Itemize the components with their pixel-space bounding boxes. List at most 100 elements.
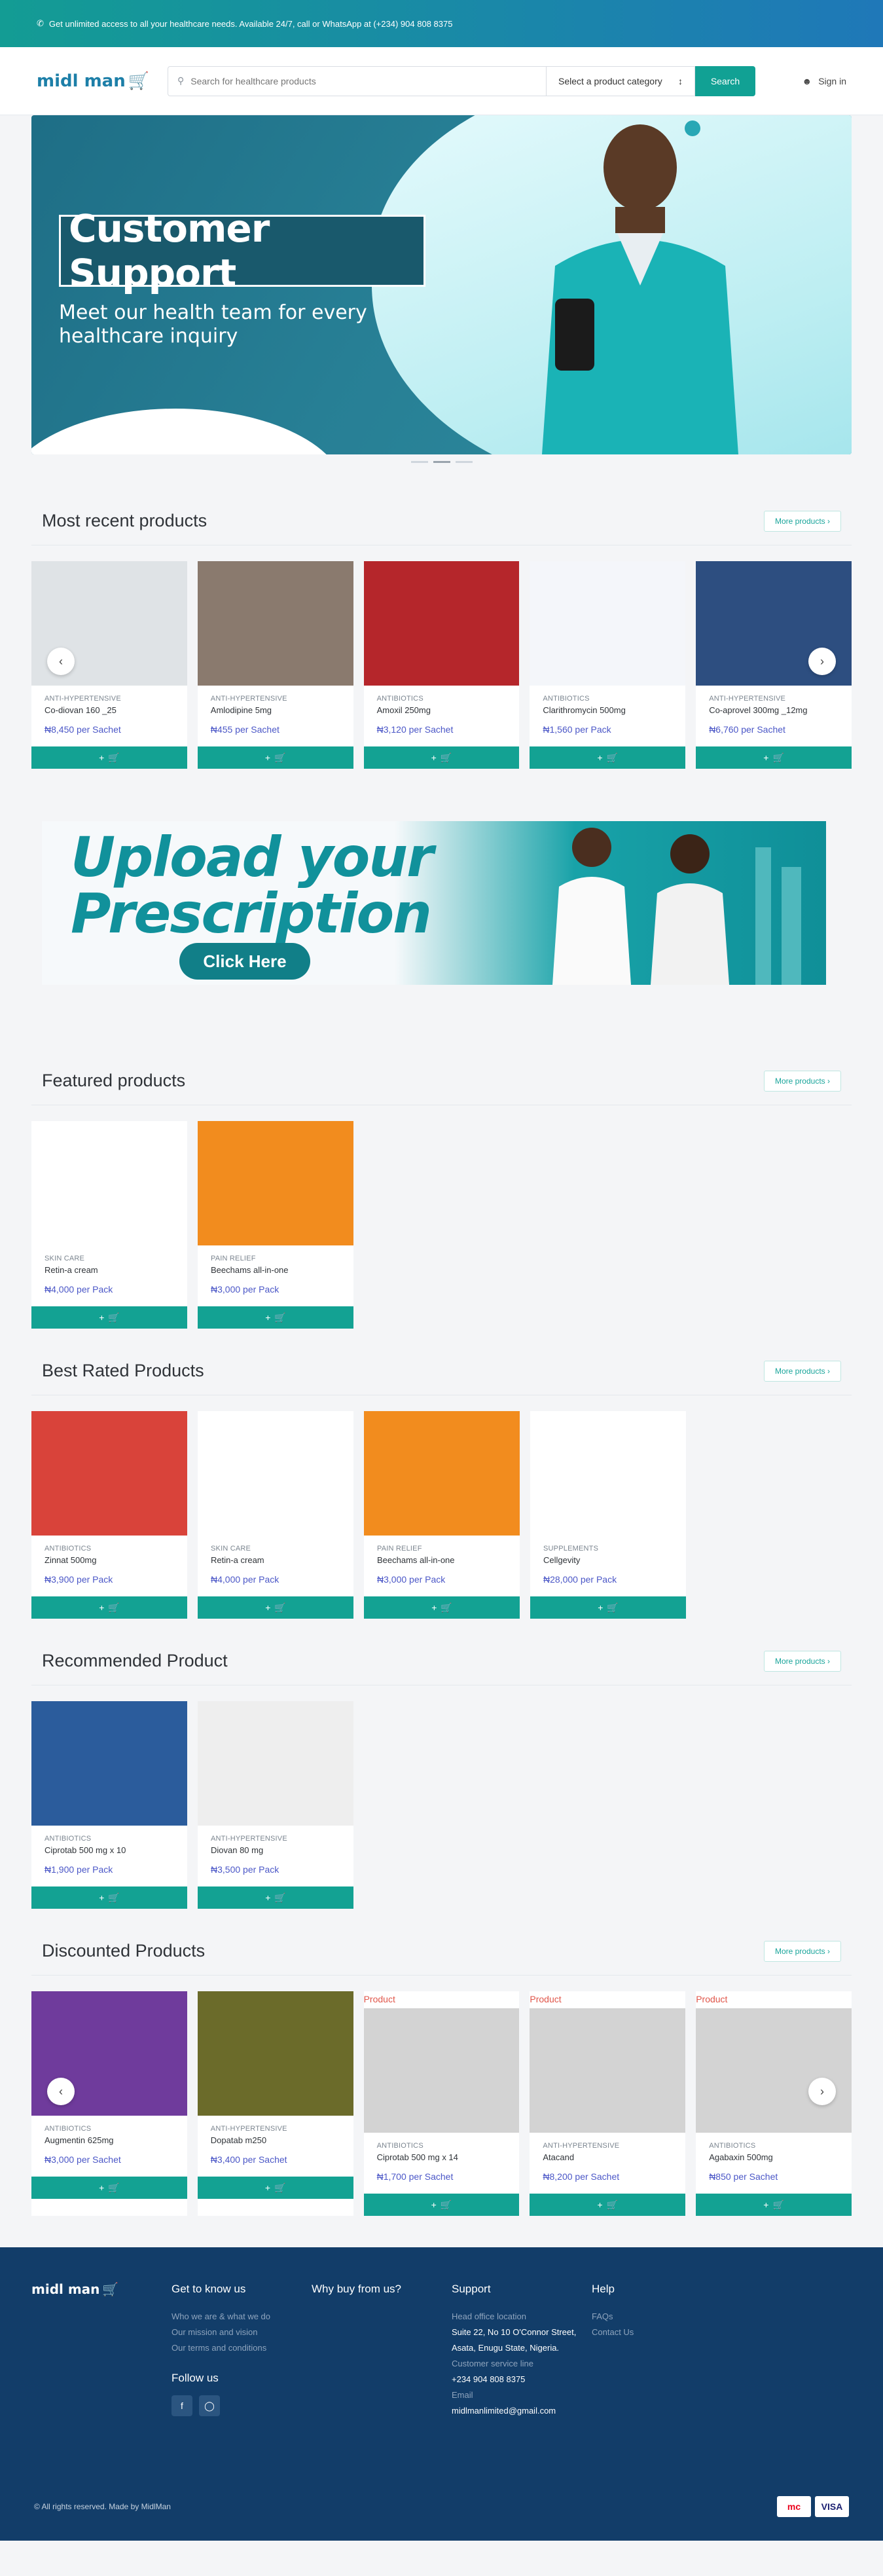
- product-name[interactable]: Amoxil 250mg: [377, 705, 507, 715]
- next-arrow-icon[interactable]: ›: [808, 2078, 836, 2105]
- footer-heading: Get to know us: [171, 2283, 246, 2295]
- add-to-cart-button[interactable]: + 🛒: [530, 746, 686, 769]
- product-name[interactable]: Ciprotab 500 mg x 10: [45, 1845, 174, 1855]
- product-image[interactable]: [530, 561, 686, 686]
- more-products-button[interactable]: More products ›: [763, 510, 841, 532]
- add-to-cart-button[interactable]: + 🛒: [198, 1596, 353, 1619]
- product-image[interactable]: [197, 1991, 353, 2116]
- product-name[interactable]: Diovan 80 mg: [211, 1845, 340, 1855]
- product-card[interactable]: ANTIBIOTICS Amoxil 250mg ₦3,120 per Sachet…: [363, 561, 520, 769]
- add-to-cart-button[interactable]: + 🛒: [31, 2177, 187, 2199]
- add-to-cart-button[interactable]: + 🛒: [198, 1886, 353, 1909]
- product-name[interactable]: Co-aprovel 300mg _12mg: [709, 705, 838, 715]
- signin-link[interactable]: ☻ Sign in: [802, 76, 846, 86]
- footer-link[interactable]: Contact Us: [592, 2325, 732, 2340]
- product-name[interactable]: Ciprotab 500 mg x 14: [377, 2152, 507, 2162]
- prev-arrow-icon[interactable]: ‹: [47, 648, 75, 675]
- hero-banner[interactable]: Customer Support Meet our health team fo…: [31, 115, 852, 454]
- add-to-cart-button[interactable]: + 🛒: [364, 1596, 520, 1619]
- next-arrow-icon[interactable]: ›: [808, 648, 836, 675]
- product-card[interactable]: ANTI-HYPERTENSIVE Dopatab m250 ₦3,400 per …: [197, 1991, 353, 2216]
- footer-phone[interactable]: +234 904 808 8375: [452, 2372, 592, 2387]
- instagram-icon[interactable]: ◯: [199, 2395, 220, 2416]
- add-to-cart-button[interactable]: + 🛒: [363, 2194, 520, 2216]
- product-card[interactable]: ANTIBIOTICS Ciprotab 500 mg x 10 ₦1,900 pe…: [31, 1701, 187, 1909]
- more-products-button[interactable]: More products ›: [763, 1360, 841, 1382]
- product-card[interactable]: Product ANTIBIOTICS Ciprotab 500 mg x 14 ₦1…: [363, 1991, 520, 2216]
- product-image[interactable]: [198, 1121, 353, 1245]
- facebook-icon[interactable]: f: [171, 2395, 192, 2416]
- add-to-cart-button[interactable]: + 🛒: [31, 746, 187, 769]
- more-products-button[interactable]: More products ›: [763, 1940, 841, 1962]
- product-card[interactable]: ANTIBIOTICS Clarithromycin 500mg ₦1,560 pe…: [530, 561, 686, 769]
- more-products-button[interactable]: More products ›: [763, 1650, 841, 1672]
- product-card[interactable]: SUPPLEMENTS Cellgevity ₦28,000 per Pack + 🛒: [530, 1411, 686, 1619]
- footer-link[interactable]: Who we are & what we do: [171, 2309, 312, 2325]
- product-category: ANTI-HYPERTENSIVE: [210, 695, 287, 703]
- product-image[interactable]: [198, 1411, 353, 1536]
- product-name[interactable]: Clarithromycin 500mg: [543, 705, 672, 715]
- product-image[interactable]: [363, 561, 520, 686]
- product-name[interactable]: Zinnat 500mg: [45, 1555, 174, 1565]
- logo[interactable]: midl man 🛒: [37, 71, 161, 91]
- footer-link[interactable]: Our mission and vision: [171, 2325, 312, 2340]
- footer-email[interactable]: midlmanlimited@gmail.com: [452, 2403, 592, 2419]
- add-to-cart-button[interactable]: + 🛒: [197, 2177, 353, 2199]
- add-to-cart-button[interactable]: + 🛒: [31, 1306, 187, 1329]
- add-to-cart-button[interactable]: + 🛒: [696, 2194, 852, 2216]
- product-card[interactable]: SKIN CARE Retin-a cream ₦4,000 per Pack + 🛒: [31, 1121, 187, 1329]
- footer-link[interactable]: Our terms and conditions: [171, 2340, 312, 2356]
- product-name[interactable]: Retin-a cream: [211, 1555, 340, 1565]
- product-image[interactable]: [530, 2008, 686, 2133]
- carousel-dot-active[interactable]: [433, 461, 450, 463]
- prev-arrow-icon[interactable]: ‹: [47, 2078, 75, 2105]
- add-to-cart-button[interactable]: + 🛒: [530, 1596, 686, 1619]
- search-field[interactable]: ⚲: [168, 65, 546, 96]
- product-image[interactable]: [364, 1411, 520, 1536]
- product-name[interactable]: Retin-a cream: [45, 1265, 174, 1275]
- product-name[interactable]: Co-diovan 160 _25: [45, 705, 174, 715]
- search-button[interactable]: Search: [695, 65, 755, 96]
- upload-prescription-banner[interactable]: Upload your Prescription Click Here: [42, 821, 826, 985]
- product-image[interactable]: [696, 2008, 852, 2133]
- product-image[interactable]: [530, 1411, 686, 1536]
- product-name[interactable]: Augmentin 625mg: [45, 2135, 174, 2145]
- add-to-cart-button[interactable]: + 🛒: [696, 746, 852, 769]
- click-here-button[interactable]: Click Here: [179, 943, 310, 980]
- carousel-dot[interactable]: [455, 461, 473, 463]
- product-image[interactable]: [31, 1411, 187, 1536]
- add-to-cart-button[interactable]: + 🛒: [197, 746, 353, 769]
- product-category: ANTIBIOTICS: [45, 1835, 92, 1843]
- product-name[interactable]: Agabaxin 500mg: [709, 2152, 838, 2162]
- add-to-cart-button[interactable]: + 🛒: [198, 1306, 353, 1329]
- product-card[interactable]: ANTI-HYPERTENSIVE Diovan 80 mg ₦3,500 per …: [198, 1701, 353, 1909]
- add-to-cart-button[interactable]: + 🛒: [31, 1596, 187, 1619]
- footer-link[interactable]: FAQs: [592, 2309, 732, 2325]
- category-select[interactable]: Select a product category ↕: [546, 65, 695, 96]
- product-image[interactable]: [31, 1121, 187, 1245]
- more-products-button[interactable]: More products ›: [763, 1070, 841, 1092]
- product-name[interactable]: Beechams all-in-one: [377, 1555, 507, 1565]
- product-card[interactable]: ANTI-HYPERTENSIVE Amlodipine 5mg ₦455 per …: [197, 561, 353, 769]
- product-name[interactable]: Atacand: [543, 2152, 672, 2162]
- search-input[interactable]: [190, 75, 546, 86]
- product-name[interactable]: Cellgevity: [543, 1555, 673, 1565]
- product-image[interactable]: [197, 561, 353, 686]
- product-image[interactable]: [31, 1701, 187, 1826]
- add-to-cart-button[interactable]: + 🛒: [530, 2194, 686, 2216]
- carousel-dot[interactable]: [410, 461, 428, 463]
- product-name[interactable]: Beechams all-in-one: [211, 1265, 340, 1275]
- product-card[interactable]: PAIN RELIEF Beechams all-in-one ₦3,000 per…: [364, 1411, 520, 1619]
- product-card[interactable]: SKIN CARE Retin-a cream ₦4,000 per Pack + 🛒: [198, 1411, 353, 1619]
- footer-logo[interactable]: midl man 🛒: [31, 2281, 156, 2297]
- product-card[interactable]: PAIN RELIEF Beechams all-in-one ₦3,000 per…: [198, 1121, 353, 1329]
- add-to-cart-button[interactable]: + 🛒: [31, 1886, 187, 1909]
- product-name[interactable]: Dopatab m250: [211, 2135, 340, 2145]
- product-card[interactable]: ANTIBIOTICS Zinnat 500mg ₦3,900 per Pack + 🛒: [31, 1411, 187, 1619]
- product-name[interactable]: Amlodipine 5mg: [211, 705, 340, 715]
- add-to-cart-button[interactable]: + 🛒: [363, 746, 520, 769]
- product-image[interactable]: [363, 2008, 520, 2133]
- product-card[interactable]: Product ANTI-HYPERTENSIVE Atacand ₦8,200 pe…: [530, 1991, 686, 2216]
- product-image[interactable]: [198, 1701, 353, 1826]
- search-icon: ⚲: [177, 75, 185, 86]
